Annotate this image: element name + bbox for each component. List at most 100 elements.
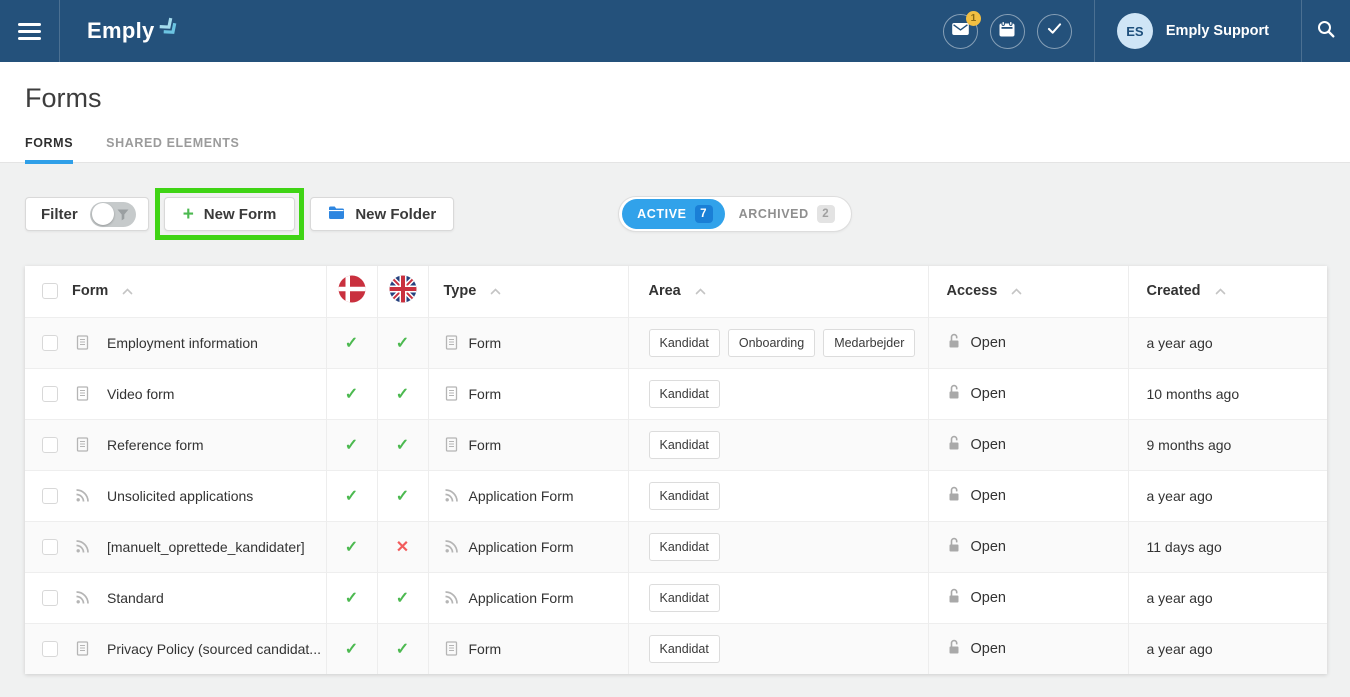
open-lock-icon: [947, 588, 961, 608]
tab-shared-elements[interactable]: SHARED ELEMENTS: [106, 136, 239, 164]
header-area[interactable]: Area: [628, 266, 928, 317]
area-tags: Kandidat: [629, 533, 928, 561]
table-row[interactable]: [manuelt_oprettede_kandidater] ✓ ✕ Appli…: [25, 521, 1327, 572]
cell-form: [manuelt_oprettede_kandidater]: [25, 521, 326, 572]
form-name[interactable]: Unsolicited applications: [107, 488, 253, 504]
type-icon: [444, 437, 459, 452]
header-danish[interactable]: [326, 266, 377, 317]
row-checkbox[interactable]: [42, 488, 58, 504]
form-name[interactable]: Video form: [107, 386, 174, 402]
tasks-button[interactable]: [1037, 14, 1072, 49]
row-checkbox[interactable]: [42, 335, 58, 351]
cell-english: ✓: [377, 419, 428, 470]
cell-form: Privacy Policy (sourced candidat...: [25, 623, 326, 674]
table-row[interactable]: Unsolicited applications ✓ ✓ Application…: [25, 470, 1327, 521]
row-checkbox[interactable]: [42, 641, 58, 657]
danish-status-icon: ✓: [327, 333, 377, 353]
funnel-icon: [117, 208, 129, 225]
status-filter: ACTIVE 7 ARCHIVED 2: [618, 196, 852, 232]
cell-type: Application Form: [428, 572, 628, 623]
table-row[interactable]: Reference form ✓ ✓ Form Kandidat Open 9: [25, 419, 1327, 470]
header-type[interactable]: Type: [428, 266, 628, 317]
select-all-checkbox[interactable]: [42, 283, 58, 299]
table-row[interactable]: Video form ✓ ✓ Form Kandidat Open 10 mo: [25, 368, 1327, 419]
cell-area: KandidatOnboardingMedarbejder: [628, 317, 928, 368]
toolbar: Filter + New Form New Folder: [25, 197, 1327, 231]
header-created[interactable]: Created: [1128, 266, 1327, 317]
type-label: Application Form: [469, 539, 574, 555]
cell-created: a year ago: [1128, 572, 1327, 623]
user-menu[interactable]: ES Emply Support: [1095, 13, 1301, 49]
filter-button[interactable]: Filter: [25, 197, 149, 231]
user-name: Emply Support: [1166, 23, 1269, 39]
header-form[interactable]: Form: [25, 266, 326, 317]
header-area-label: Area: [649, 283, 681, 299]
cell-area: Kandidat: [628, 623, 928, 674]
cell-created: 10 months ago: [1128, 368, 1327, 419]
danish-status-icon: ✓: [327, 537, 377, 557]
header-access[interactable]: Access: [928, 266, 1128, 317]
calendar-button[interactable]: [990, 14, 1025, 49]
type-icon: [444, 488, 459, 503]
access-label: Open: [971, 590, 1006, 606]
tab-forms[interactable]: FORMS: [25, 136, 73, 164]
open-lock-icon: [947, 537, 961, 557]
english-status-icon: ✓: [378, 333, 428, 353]
form-name[interactable]: Reference form: [107, 437, 203, 453]
type-label: Form: [469, 386, 502, 402]
brand-name: Emply: [87, 18, 155, 44]
search-button[interactable]: [1302, 0, 1350, 62]
area-tag: Kandidat: [649, 584, 720, 612]
row-checkbox[interactable]: [42, 539, 58, 555]
navbar-right: 1 ES Emply Support: [931, 0, 1350, 62]
form-name[interactable]: Privacy Policy (sourced candidat...: [107, 641, 321, 657]
form-type-icon: [75, 641, 90, 656]
cell-english: ✓: [377, 623, 428, 674]
menu-button[interactable]: [0, 0, 59, 62]
messages-button[interactable]: 1: [943, 14, 978, 49]
header-access-label: Access: [947, 283, 998, 299]
cell-access: Open: [928, 368, 1128, 419]
row-checkbox[interactable]: [42, 437, 58, 453]
form-type-icon: [75, 488, 90, 503]
segment-active[interactable]: ACTIVE 7: [622, 199, 724, 229]
form-name[interactable]: Standard: [107, 590, 164, 606]
created-label: a year ago: [1129, 335, 1328, 351]
area-tags: Kandidat: [629, 380, 928, 408]
form-name[interactable]: Employment information: [107, 335, 258, 351]
filter-toggle[interactable]: [90, 202, 136, 227]
filter-label: Filter: [41, 206, 78, 223]
cell-access: Open: [928, 470, 1128, 521]
english-status-icon: ✓: [378, 639, 428, 659]
type-label: Form: [469, 335, 502, 351]
type-icon: [444, 386, 459, 401]
chevron-up-icon: [695, 288, 706, 295]
cell-type: Form: [428, 368, 628, 419]
type-label: Form: [469, 641, 502, 657]
cell-type: Form: [428, 623, 628, 674]
avatar: ES: [1117, 13, 1153, 49]
created-label: a year ago: [1129, 488, 1328, 504]
table-row[interactable]: Employment information ✓ ✓ Form Kandidat…: [25, 317, 1327, 368]
row-checkbox[interactable]: [42, 386, 58, 402]
form-name[interactable]: [manuelt_oprettede_kandidater]: [107, 539, 305, 555]
danish-status-icon: ✓: [327, 384, 377, 404]
new-form-button[interactable]: + New Form: [164, 197, 296, 231]
cell-english: ✕: [377, 521, 428, 572]
table-row[interactable]: Privacy Policy (sourced candidat... ✓ ✓ …: [25, 623, 1327, 674]
area-tags: Kandidat: [629, 584, 928, 612]
segment-archived[interactable]: ARCHIVED 2: [725, 199, 848, 229]
row-checkbox[interactable]: [42, 590, 58, 606]
form-type-icon: [75, 335, 90, 350]
cell-danish: ✓: [326, 317, 377, 368]
new-folder-button[interactable]: New Folder: [310, 197, 454, 231]
area-tag: Kandidat: [649, 329, 720, 357]
header-type-label: Type: [444, 283, 477, 299]
table-row[interactable]: Standard ✓ ✓ Application Form Kandidat O…: [25, 572, 1327, 623]
open-lock-icon: [947, 333, 961, 353]
brand-logo[interactable]: Emply: [60, 0, 182, 62]
english-status-icon: ✓: [378, 435, 428, 455]
danish-status-icon: ✓: [327, 588, 377, 608]
header-english[interactable]: [377, 266, 428, 317]
cell-area: Kandidat: [628, 419, 928, 470]
